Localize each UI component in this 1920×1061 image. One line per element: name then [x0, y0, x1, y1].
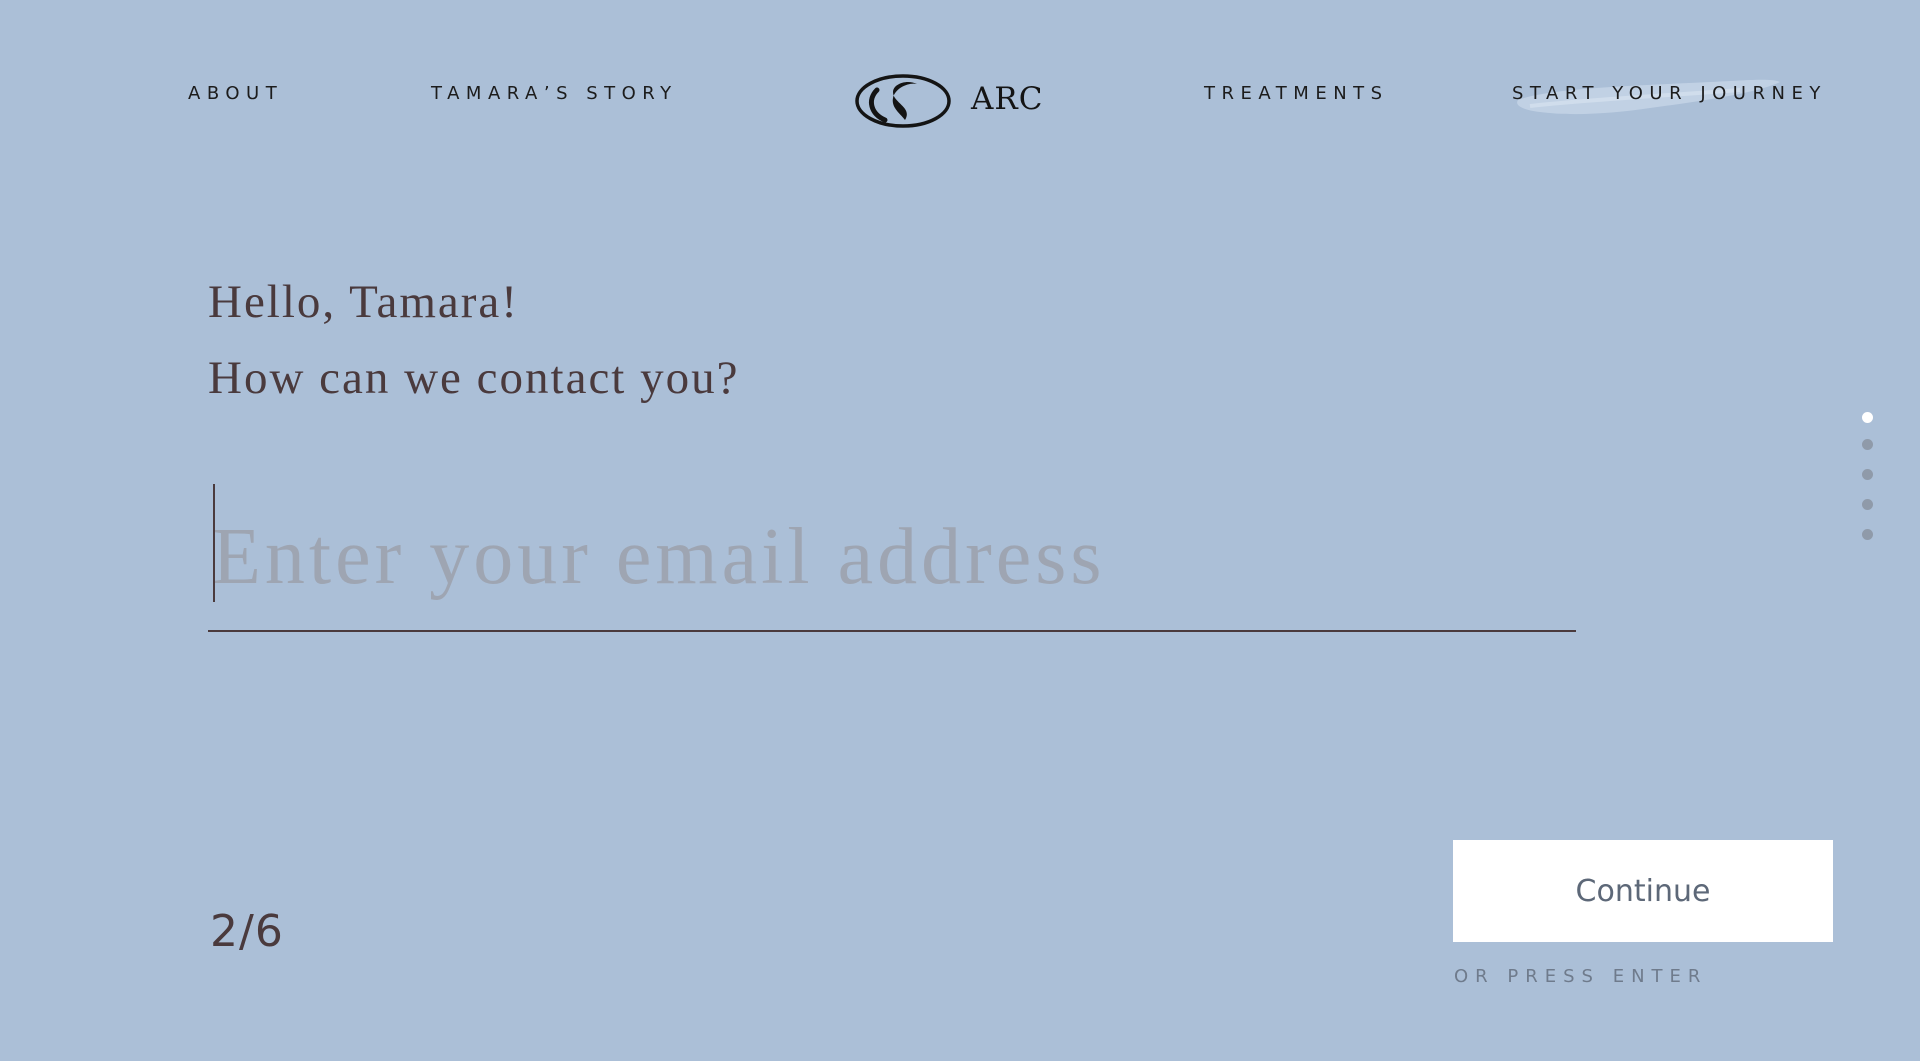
- text-caret: [213, 484, 215, 602]
- question-heading: Hello, Tamara! How can we contact you?: [208, 264, 739, 416]
- step-dot[interactable]: [1862, 469, 1873, 480]
- email-input[interactable]: [208, 484, 1576, 632]
- email-field-wrapper: [208, 484, 1576, 634]
- step-dot[interactable]: [1862, 529, 1873, 540]
- nav-link-start-your-journey[interactable]: START YOUR JOURNEY: [1512, 83, 1827, 104]
- continue-button[interactable]: Continue: [1453, 840, 1833, 942]
- step-progress-counter: 2/6: [210, 906, 284, 957]
- press-enter-hint: OR PRESS ENTER: [1454, 966, 1708, 987]
- arc-logo[interactable]: ARC: [855, 72, 1070, 130]
- step-dot[interactable]: [1862, 412, 1873, 423]
- step-indicator-dots: [1862, 412, 1876, 559]
- arc-logo-emblem-icon: [855, 74, 951, 128]
- step-dot[interactable]: [1862, 439, 1873, 450]
- nav-link-tamaras-story[interactable]: TAMARA’S STORY: [431, 83, 678, 104]
- logo-text: ARC: [971, 81, 1044, 117]
- nav-link-treatments[interactable]: TREATMENTS: [1204, 83, 1389, 104]
- nav-link-about[interactable]: ABOUT: [188, 83, 283, 104]
- greeting-text: Hello, Tamara!: [208, 276, 519, 328]
- top-navigation: ABOUT TAMARA’S STORY ARC TREATMENTS STAR…: [0, 0, 1920, 190]
- step-dot[interactable]: [1862, 499, 1873, 510]
- question-text: How can we contact you?: [208, 352, 740, 404]
